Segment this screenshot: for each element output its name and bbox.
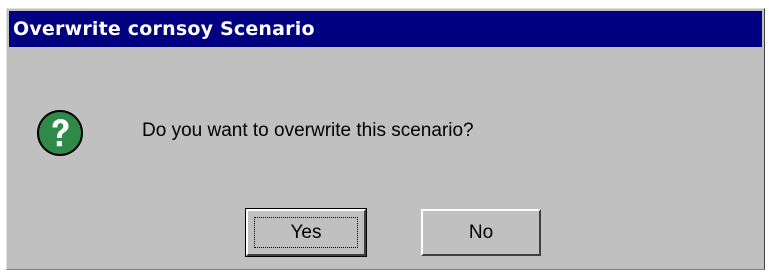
focus-rectangle — [254, 217, 358, 248]
yes-button[interactable]: Yes — [245, 208, 367, 257]
dialog-message: Do you want to overwrite this scenario? — [142, 120, 474, 141]
dialog-titlebar[interactable]: Overwrite cornsoy Scenario — [9, 11, 762, 47]
no-button[interactable]: No — [421, 209, 541, 256]
dialog-title: Overwrite cornsoy Scenario — [13, 18, 315, 40]
overwrite-dialog: Overwrite cornsoy Scenario Do you want t… — [6, 8, 765, 270]
question-icon — [37, 110, 83, 156]
no-button-label: No — [468, 221, 494, 243]
